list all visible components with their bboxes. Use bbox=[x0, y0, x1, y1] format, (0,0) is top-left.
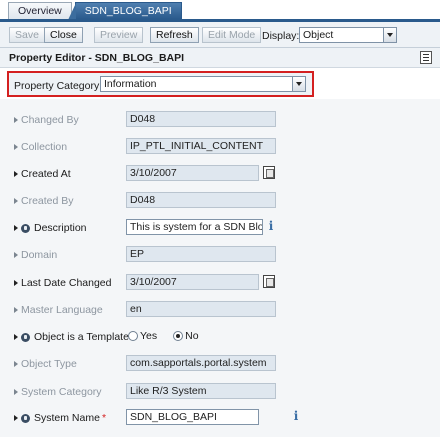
property-label[interactable]: Description bbox=[14, 222, 87, 234]
property-label[interactable]: Created At bbox=[14, 168, 71, 180]
radio-no-label[interactable]: No bbox=[185, 330, 198, 342]
created-at-field: 3/10/2007 bbox=[126, 165, 259, 181]
property-category-value: Information bbox=[104, 78, 157, 90]
property-row-collection: Collection IP_PTL_INITIAL_CONTENT bbox=[0, 137, 440, 157]
tab-sdn-blog-bapi[interactable]: SDN_BLOG_BAPI bbox=[67, 2, 182, 20]
lock-icon bbox=[21, 223, 30, 233]
property-row-created-by: Created By D048 bbox=[0, 191, 440, 211]
chevron-down-icon[interactable] bbox=[383, 28, 396, 42]
property-category-bar: Property Category: Information bbox=[7, 71, 314, 97]
triangle-right-icon bbox=[14, 198, 18, 204]
calendar-icon[interactable] bbox=[263, 275, 275, 288]
display-label: Display: bbox=[262, 30, 300, 42]
menu-icon[interactable] bbox=[420, 51, 432, 64]
created-by-field: D048 bbox=[126, 192, 276, 208]
system-name-input[interactable]: SDN_BLOG_BAPI bbox=[126, 409, 259, 425]
master-language-field: en bbox=[126, 301, 276, 317]
triangle-right-icon bbox=[14, 334, 18, 340]
page-title: Property Editor - SDN_BLOG_BAPI bbox=[9, 52, 185, 64]
property-row-system-name: System Name * SDN_BLOG_BAPI i bbox=[0, 408, 440, 428]
display-select[interactable]: Object bbox=[299, 27, 397, 43]
property-label[interactable]: Object Type bbox=[14, 358, 77, 370]
property-label[interactable]: Object is a Template bbox=[14, 331, 129, 343]
edit-mode-button[interactable]: Edit Mode bbox=[202, 27, 262, 43]
info-icon[interactable]: i bbox=[267, 219, 275, 234]
property-row-description: Description This is system for a SDN Blo… bbox=[0, 218, 440, 238]
property-row-object-type: Object Type com.sapportals.portal.system bbox=[0, 354, 440, 374]
property-label[interactable]: Collection bbox=[14, 141, 67, 153]
last-date-changed-field: 3/10/2007 bbox=[126, 274, 259, 290]
radio-yes[interactable] bbox=[128, 331, 138, 341]
triangle-right-icon bbox=[14, 171, 18, 177]
triangle-right-icon bbox=[14, 252, 18, 258]
description-input[interactable]: This is system for a SDN Blog... bbox=[126, 219, 263, 235]
property-row-master-language: Master Language en bbox=[0, 300, 440, 320]
property-row-changed-by: Changed By D048 bbox=[0, 110, 440, 130]
property-row-created-at: Created At 3/10/2007 bbox=[0, 164, 440, 184]
property-label[interactable]: System Name * bbox=[14, 412, 106, 424]
display-select-value: Object bbox=[303, 29, 334, 41]
info-icon[interactable]: i bbox=[292, 409, 300, 424]
triangle-right-icon bbox=[14, 389, 18, 395]
editor-header: Property Editor - SDN_BLOG_BAPI bbox=[0, 48, 440, 68]
system-category-field: Like R/3 System bbox=[126, 383, 276, 399]
tab-overview[interactable]: Overview bbox=[8, 2, 72, 19]
property-row-object-is-template: Object is a Template Yes No bbox=[0, 327, 440, 347]
template-radio-group: Yes No bbox=[128, 330, 215, 342]
property-category-label: Property Category: bbox=[14, 80, 103, 92]
triangle-right-icon bbox=[14, 280, 18, 286]
property-label[interactable]: Domain bbox=[14, 249, 57, 261]
triangle-right-icon bbox=[14, 144, 18, 150]
refresh-button[interactable]: Refresh bbox=[150, 27, 199, 43]
lock-icon bbox=[21, 413, 30, 423]
chevron-down-icon[interactable] bbox=[292, 77, 305, 91]
triangle-right-icon bbox=[14, 415, 18, 421]
property-row-domain: Domain EP bbox=[0, 245, 440, 265]
tab-strip: Overview SDN_BLOG_BAPI bbox=[8, 2, 182, 20]
triangle-right-icon bbox=[14, 361, 18, 367]
required-marker: * bbox=[101, 412, 107, 424]
triangle-right-icon bbox=[14, 307, 18, 313]
close-button[interactable]: Close bbox=[44, 27, 83, 43]
property-row-system-category: System Category Like R/3 System bbox=[0, 382, 440, 402]
calendar-icon[interactable] bbox=[263, 166, 275, 179]
toolbar: Save Close Preview Refresh Edit Mode Dis… bbox=[0, 22, 440, 48]
property-label[interactable]: System Category bbox=[14, 386, 102, 398]
triangle-right-icon bbox=[14, 225, 18, 231]
property-category-select[interactable]: Information bbox=[100, 76, 306, 92]
property-label[interactable]: Last Date Changed bbox=[14, 277, 111, 289]
object-type-field: com.sapportals.portal.system bbox=[126, 355, 276, 371]
collection-field: IP_PTL_INITIAL_CONTENT bbox=[126, 138, 276, 154]
preview-button[interactable]: Preview bbox=[94, 27, 144, 43]
property-row-last-date-changed: Last Date Changed 3/10/2007 bbox=[0, 273, 440, 293]
triangle-right-icon bbox=[14, 117, 18, 123]
changed-by-field: D048 bbox=[126, 111, 276, 127]
radio-yes-label[interactable]: Yes bbox=[140, 330, 157, 342]
lock-icon bbox=[21, 332, 30, 342]
domain-field: EP bbox=[126, 246, 276, 262]
radio-no[interactable] bbox=[173, 331, 184, 341]
property-label[interactable]: Master Language bbox=[14, 304, 103, 316]
property-label[interactable]: Created By bbox=[14, 195, 74, 207]
property-label[interactable]: Changed By bbox=[14, 114, 79, 126]
save-button[interactable]: Save bbox=[9, 27, 45, 43]
